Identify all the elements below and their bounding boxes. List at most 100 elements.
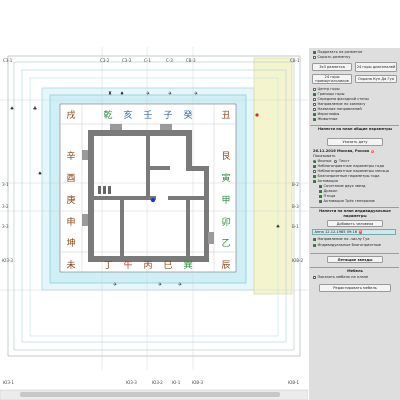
remove-person-icon[interactable]: ×: [358, 230, 363, 234]
edit-furniture-button[interactable]: Редактировать мебель: [319, 284, 391, 292]
scrollbar-thumb: [20, 392, 280, 397]
bagua-button[interactable]: Охрана Кун Да Гуа: [355, 75, 397, 83]
label-bottom-1: Ю3-2: [152, 380, 163, 385]
ring-bottom-0: 丁: [103, 261, 112, 271]
ring-left-3: 庚: [66, 194, 75, 206]
svg-text:♜: ♜: [108, 91, 112, 97]
ring-bottom-2: 丙: [143, 260, 152, 271]
option-animals[interactable]: Животные: [313, 117, 338, 122]
checkbox[interactable]: [313, 276, 316, 279]
option-three[interactable]: Активация Трёх генералов: [319, 199, 375, 204]
checkbox[interactable]: [313, 244, 316, 247]
layout-3x3-button[interactable]: 3х3 разметка: [312, 63, 352, 71]
checkbox[interactable]: [313, 88, 316, 91]
layout-24-diag-button[interactable]: 24 горы диагоналей: [355, 62, 397, 72]
label-corner-sw: ЮЗ-1: [3, 380, 14, 385]
label-top-4: СВ-3: [186, 58, 196, 63]
radio-icons[interactable]: [313, 160, 316, 163]
label-right-1: В-3: [292, 204, 299, 209]
checkbox[interactable]: [319, 200, 322, 203]
checkbox[interactable]: [313, 51, 316, 54]
label-corner-nw: СЗ-1: [3, 58, 13, 63]
layout-24-straight-button[interactable]: 24 горы прямоугольников: [312, 74, 352, 84]
ring-right-3: 甲: [221, 195, 230, 206]
svg-text:♠: ♠: [10, 106, 14, 112]
svg-text:✈: ✈: [146, 91, 150, 97]
ring-bottom-3: 巳: [163, 260, 172, 271]
label-top-2: С-1: [144, 58, 151, 63]
svg-text:✈: ✈: [113, 282, 117, 288]
ring-left-5: 坤: [66, 237, 75, 249]
svg-text:♠: ♠: [38, 171, 42, 177]
option-indiv[interactable]: Индивидуальные благоприятные: [313, 243, 381, 248]
center-marker: [150, 197, 156, 203]
label-top-1: С3-3: [122, 58, 132, 63]
checkbox[interactable]: [313, 98, 316, 101]
add-person-button[interactable]: Добавить человека: [327, 220, 383, 227]
ring-bottom-1: 午: [123, 259, 132, 271]
checkbox[interactable]: [313, 180, 316, 183]
close-icon[interactable]: ×: [370, 149, 375, 154]
svg-text:♠: ♠: [276, 224, 280, 230]
ring-right-5: 乙: [221, 238, 230, 249]
label-corner-ne: СВ-1: [290, 58, 300, 63]
checkbox[interactable]: [313, 56, 316, 59]
ring-left-0: 戌: [66, 109, 75, 121]
label-bottom-0: Ю3-3: [126, 380, 137, 385]
radio-text[interactable]: [334, 160, 338, 163]
checkbox[interactable]: [319, 185, 322, 188]
checkbox[interactable]: [313, 238, 316, 241]
ring-top-3: 子: [163, 110, 172, 121]
ring-top-1: 亥: [123, 109, 132, 121]
ring-right-4: 卯: [221, 217, 230, 228]
furniture-title: Мебель: [347, 269, 363, 273]
label-left-0: З-1: [2, 182, 9, 187]
option-direction[interactable]: Направление по -числу Гуа: [313, 237, 369, 242]
svg-text:✈: ✈: [158, 282, 162, 288]
svg-text:✈: ✈: [178, 282, 182, 288]
label-left-3: ЮЗ-3: [2, 258, 13, 263]
label-left-1: З-2: [2, 204, 9, 209]
checkbox[interactable]: [313, 175, 316, 178]
flying-stars-button[interactable]: Летящие звезды: [327, 256, 383, 263]
label-right-2: В-1: [292, 224, 299, 229]
floor-plan-canvas[interactable]: 乾 亥 壬 子 癸 丁 午 丙 巳 巽 戌 辛 酉 庚 申 坤 未 丑 艮 寅 …: [0, 0, 308, 400]
checkbox[interactable]: [313, 108, 316, 111]
checkbox[interactable]: [313, 118, 316, 121]
checkbox[interactable]: [313, 103, 316, 106]
option-hide-layout[interactable]: Скрыть разметку: [313, 55, 350, 60]
ring-top-4: 癸: [183, 109, 192, 121]
checkbox[interactable]: [319, 190, 322, 193]
ring-right-2: 寅: [221, 172, 230, 184]
label-top-0: С3-2: [100, 58, 110, 63]
ring-left-6: 未: [66, 259, 75, 271]
checkbox[interactable]: [313, 165, 316, 168]
svg-text:♣: ♣: [33, 106, 37, 112]
ring-left-2: 酉: [66, 173, 75, 184]
label-corner-se: ЮВ-1: [288, 380, 300, 385]
ring-left-1: 辛: [66, 150, 75, 162]
ring-bottom-4: 巽: [183, 260, 192, 271]
checkbox[interactable]: [313, 113, 316, 116]
label-left-2: З-3: [2, 224, 9, 229]
section-individual-title: Нанести на план индивидуальные параметры: [319, 209, 391, 218]
label-bottom-3: ЮВ-3: [192, 380, 204, 385]
checkbox[interactable]: [313, 170, 316, 173]
checkbox[interactable]: [319, 195, 322, 198]
option-show-furniture[interactable]: Показать мебель на плане: [313, 275, 368, 280]
label-right-0: В-2: [292, 182, 299, 187]
set-date-button[interactable]: Указать дату: [327, 138, 383, 146]
label-top-3: С-3: [166, 58, 173, 63]
ring-top-0: 乾: [103, 109, 112, 121]
person-entry[interactable]: Анна 12.12.1985 09:16 ×: [312, 229, 396, 235]
ring-right-6: 辰: [221, 260, 230, 271]
ring-top-2: 壬: [143, 110, 152, 121]
settings-panel: Подрезать на разметке Скрыть разметку 3х…: [309, 48, 400, 400]
ring-right-0: 丑: [221, 110, 230, 121]
label-bottom-2: Ю-1: [172, 380, 181, 385]
section-general-title: Нанести на план общие параметры: [317, 127, 393, 131]
svg-text:♦: ♦: [120, 91, 124, 97]
svg-text:✈: ✈: [194, 91, 198, 97]
ring-right-1: 艮: [221, 151, 230, 162]
checkbox[interactable]: [313, 93, 316, 96]
